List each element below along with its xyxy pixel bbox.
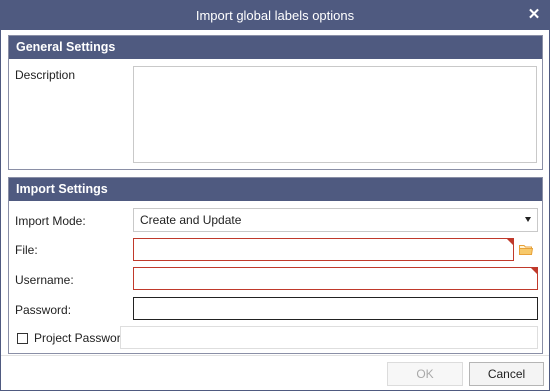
project-password-label: Project Password: (34, 331, 131, 345)
chevron-down-icon[interactable] (525, 217, 531, 222)
password-label: Password: (15, 303, 72, 317)
folder-icon[interactable] (519, 244, 533, 255)
ok-button[interactable]: OK (387, 362, 463, 386)
import-global-labels-dialog: Import global labels options ✕ General S… (0, 0, 550, 391)
description-textarea[interactable] (133, 66, 537, 163)
project-password-checkbox[interactable] (17, 333, 28, 344)
import-mode-value: Create and Update (140, 213, 242, 227)
description-label: Description (15, 68, 76, 82)
import-mode-select[interactable]: Create and Update (133, 208, 538, 232)
import-settings-section: Import Settings Import Mode: Create and … (8, 177, 543, 354)
import-settings-header: Import Settings (9, 178, 542, 201)
cancel-button[interactable]: Cancel (469, 362, 544, 386)
file-label: File: (15, 243, 38, 257)
file-input[interactable] (133, 238, 514, 261)
footer-divider (1, 355, 549, 356)
dialog-title: Import global labels options (195, 8, 355, 23)
username-input[interactable] (133, 267, 538, 290)
import-mode-label: Import Mode: (15, 214, 86, 228)
general-settings-header: General Settings (9, 36, 542, 59)
username-label: Username: (15, 273, 74, 287)
password-input[interactable] (133, 297, 538, 320)
general-settings-section: General Settings Description (8, 35, 543, 170)
title-bar: Import global labels options ✕ (1, 1, 549, 30)
close-icon[interactable]: ✕ (525, 6, 543, 24)
project-password-input[interactable] (120, 326, 538, 349)
